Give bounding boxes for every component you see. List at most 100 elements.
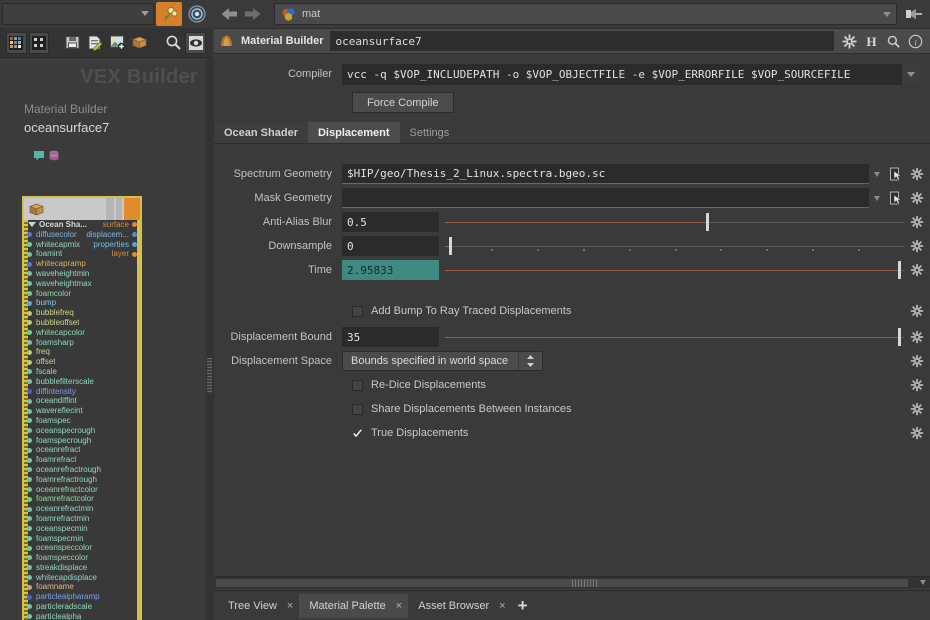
eye-icon-button[interactable] — [185, 31, 206, 54]
param-connector-dot[interactable] — [27, 516, 32, 522]
node-param-row[interactable]: particleradscale — [24, 602, 140, 612]
param-connector-dot[interactable] — [27, 447, 32, 453]
add-image-icon-button[interactable] — [107, 32, 127, 54]
slider-handle[interactable] — [448, 237, 452, 255]
compiler-input[interactable]: vcc -q $VOP_INCLUDEPATH -o $VOP_OBJECTFI… — [342, 63, 902, 85]
force-compile-button[interactable]: Force Compile — [352, 92, 454, 113]
bottom-tab-material-palette[interactable]: Material Palette × — [299, 593, 409, 618]
tab-settings[interactable]: Settings — [400, 122, 460, 143]
grid-layout-icon-button[interactable] — [28, 31, 50, 54]
param-connector-dot[interactable] — [27, 251, 32, 257]
search-icon-button[interactable] — [884, 32, 902, 50]
scrollbar-thumb[interactable] — [216, 579, 908, 587]
spectrum-geometry-input[interactable]: $HIP/geo/Thesis_2_Linux.spectra.bgeo.sc — [342, 164, 869, 184]
add-bump-gear-button[interactable] — [908, 302, 926, 320]
re-dice-checkbox[interactable] — [352, 379, 363, 391]
color-palette-icon-button[interactable] — [6, 31, 27, 54]
node-param-row[interactable]: particlealpharamp — [24, 592, 140, 602]
true-displacements-gear-button[interactable] — [908, 424, 926, 442]
node-param-row[interactable]: foamrefract — [24, 455, 140, 465]
anti-alias-blur-gear-button[interactable] — [908, 213, 926, 231]
param-connector-dot[interactable] — [27, 310, 32, 316]
param-connector-dot[interactable] — [27, 232, 32, 238]
node-param-row[interactable]: bubbleoffset — [24, 318, 140, 328]
node-param-row[interactable]: foamrefractmin — [24, 514, 140, 524]
pin-button[interactable] — [902, 3, 926, 25]
displacement-bound-input[interactable]: 35 — [342, 327, 439, 347]
add-bump-checkbox[interactable] — [352, 305, 363, 317]
param-connector-dot[interactable] — [27, 545, 32, 551]
node-param-row[interactable]: oceanrefractmin — [24, 504, 140, 514]
param-connector-dot[interactable] — [27, 339, 32, 345]
displacement-space-gear-button[interactable] — [908, 352, 926, 370]
node-param-row[interactable]: streakdisplace — [24, 563, 140, 573]
slider-handle[interactable] — [705, 213, 709, 231]
param-connector-dot[interactable] — [27, 555, 32, 561]
collapse-triangle-icon[interactable] — [28, 222, 36, 228]
tab-displacement[interactable]: Displacement — [307, 122, 400, 143]
node-param-row[interactable]: foamspec — [24, 416, 140, 426]
node-param-row[interactable]: bubblefilterscale — [24, 377, 140, 387]
displacement-space-menu[interactable]: Bounds specified in world space — [342, 351, 544, 371]
node-param-row[interactable]: oceandiffint — [24, 396, 140, 406]
slider-handle[interactable] — [898, 328, 902, 346]
node-param-row[interactable]: Ocean Sha... surface — [24, 220, 140, 230]
forward-button[interactable] — [242, 3, 264, 25]
output-connector-dot[interactable] — [132, 232, 137, 238]
mask-geometry-picker-button[interactable] — [888, 189, 904, 207]
node-param-row[interactable]: foamspecmin — [24, 534, 140, 544]
anti-alias-blur-slider[interactable] — [445, 212, 904, 232]
param-connector-dot[interactable] — [27, 290, 32, 296]
share-displacements-checkbox[interactable] — [352, 403, 363, 415]
node-param-row[interactable]: bump — [24, 298, 140, 308]
close-icon[interactable]: × — [287, 600, 293, 612]
node-param-row[interactable]: oceanspecrough — [24, 426, 140, 436]
node-param-row[interactable]: foamspeccolor — [24, 553, 140, 563]
param-connector-dot[interactable] — [27, 330, 32, 336]
param-connector-dot[interactable] — [27, 369, 32, 375]
displacement-bound-gear-button[interactable] — [908, 328, 926, 346]
node-param-row[interactable]: diffintensity — [24, 387, 140, 397]
time-gear-button[interactable] — [908, 261, 926, 279]
param-connector-dot[interactable] — [27, 349, 32, 355]
node-param-row[interactable]: waveheightmin — [24, 269, 140, 279]
material-builder-name-field[interactable]: oceansurface7 — [329, 31, 834, 51]
node-param-row[interactable]: particlealpha — [24, 612, 140, 620]
node-param-row[interactable]: oceanrefractrough — [24, 465, 140, 475]
param-connector-dot[interactable] — [27, 300, 32, 306]
mask-geometry-input[interactable] — [342, 188, 869, 208]
downsample-gear-button[interactable] — [908, 237, 926, 255]
time-slider[interactable] — [445, 260, 904, 280]
node-param-row[interactable]: waveheightmax — [24, 279, 140, 289]
true-displacements-checkbox[interactable] — [352, 428, 363, 439]
node-param-row[interactable]: foamint layer — [24, 249, 140, 259]
node-param-row[interactable]: bubblefreq — [24, 308, 140, 318]
param-connector-dot[interactable] — [27, 594, 32, 600]
node-param-row[interactable]: foamname — [24, 582, 140, 592]
node-param-row[interactable]: whitecapramp — [24, 259, 140, 269]
package-icon-button[interactable] — [129, 32, 149, 54]
divider-grip[interactable] — [207, 358, 212, 394]
back-button[interactable] — [218, 3, 240, 25]
param-connector-dot[interactable] — [27, 477, 32, 483]
output-connector-dot[interactable] — [132, 241, 137, 247]
param-connector-dot[interactable] — [27, 535, 32, 541]
spectrum-geometry-picker-button[interactable] — [888, 165, 904, 183]
param-connector-dot[interactable] — [27, 526, 32, 532]
output-connector-dot[interactable] — [132, 222, 137, 228]
param-connector-dot[interactable] — [27, 486, 32, 492]
downsample-input[interactable]: 0 — [342, 236, 439, 256]
share-displacements-gear-button[interactable] — [908, 400, 926, 418]
horizontal-scrollbar[interactable] — [214, 576, 930, 588]
param-connector-dot[interactable] — [27, 398, 32, 404]
node-param-row[interactable]: foamspecrough — [24, 436, 140, 446]
node-param-row[interactable]: whitecapmix properties — [24, 240, 140, 250]
param-connector-dot[interactable] — [27, 359, 32, 365]
node-param-row[interactable]: foamcolor — [24, 289, 140, 299]
output-connector-dot[interactable] — [132, 251, 137, 257]
param-connector-dot[interactable] — [27, 457, 32, 463]
param-connector-dot[interactable] — [27, 281, 32, 287]
param-connector-dot[interactable] — [27, 379, 32, 385]
param-connector-dot[interactable] — [27, 418, 32, 424]
close-icon[interactable]: × — [396, 600, 402, 612]
